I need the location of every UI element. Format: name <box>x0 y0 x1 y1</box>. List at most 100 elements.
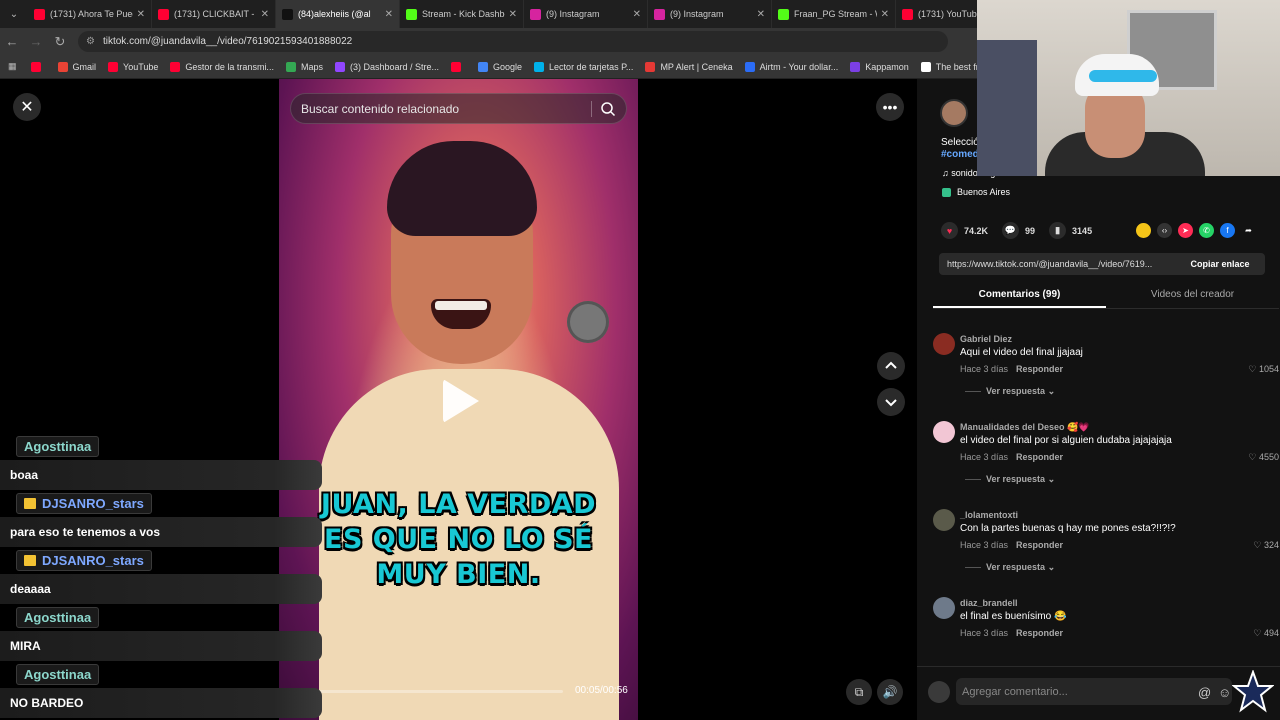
divider <box>965 391 981 393</box>
bookmark-item[interactable] <box>30 61 46 72</box>
location-name: Buenos Aires <box>957 187 1011 197</box>
search-icon[interactable] <box>600 101 616 117</box>
reply-button[interactable]: Responder <box>1016 628 1063 638</box>
close-button[interactable]: ✕ <box>13 93 41 121</box>
pip-button[interactable]: ⧉ <box>846 679 872 705</box>
location-row[interactable]: Buenos Aires <box>942 187 1010 197</box>
reload-icon[interactable]: ↻ <box>48 28 72 55</box>
commenter-avatar[interactable] <box>933 509 955 531</box>
bookmark-item[interactable]: Google <box>478 61 522 72</box>
hashtag-link[interactable]: #comed <box>941 149 979 160</box>
view-replies-button[interactable]: Ver respuesta ⌄ <box>965 562 1055 573</box>
browser-tab[interactable]: (9) Instagram ✕ <box>524 0 648 28</box>
creator-avatar[interactable] <box>940 99 968 127</box>
chat-username: DJSANRO_stars <box>16 493 152 514</box>
close-tab-icon[interactable]: ✕ <box>385 9 393 20</box>
bookmark-item[interactable]: Gestor de la transmi... <box>170 61 274 72</box>
tab-search-icon[interactable]: ⌄ <box>0 0 28 28</box>
bookmark-item[interactable]: Kappamon <box>850 61 909 72</box>
related-search-input[interactable]: Buscar contenido relacionado <box>290 93 627 124</box>
heart-icon: ♥ <box>941 222 958 239</box>
apps-grid-icon[interactable]: ▦ <box>8 61 17 72</box>
commenter-name[interactable]: Manualidades del Deseo 🥰💗 <box>960 422 1089 433</box>
url-bar[interactable]: ⚙ tiktok.com/@juandavila__/video/7619021… <box>78 31 948 52</box>
video-timecode: 00:05/00:56 <box>575 685 628 696</box>
comment-text: el video del final por si alguien dudaba… <box>960 435 1172 446</box>
comment-like-button[interactable]: ♡ 1054 <box>1248 364 1279 375</box>
close-tab-icon[interactable]: ✕ <box>757 9 765 20</box>
forward-icon[interactable]: → <box>24 28 48 55</box>
add-comment-input[interactable]: Agregar comentario... <box>956 678 1232 705</box>
bookmark-label: MP Alert | Ceneka <box>660 61 733 72</box>
close-icon: ✕ <box>20 99 34 116</box>
previous-video-button[interactable] <box>877 352 905 380</box>
bookmark-item[interactable]: MP Alert | Ceneka <box>645 61 733 72</box>
video-link-box[interactable]: https://www.tiktok.com/@juandavila__/vid… <box>939 253 1265 275</box>
video-progress-bar[interactable] <box>290 690 563 693</box>
like-button[interactable]: ♥ 74.2K <box>941 222 988 239</box>
bookmark-item[interactable]: Gmail <box>57 61 96 72</box>
copy-link-button[interactable]: Copiar enlace <box>1175 253 1265 275</box>
bookmark-item[interactable]: Airtm - Your dollar... <box>744 61 838 72</box>
save-count: 3145 <box>1072 225 1093 236</box>
browser-tab[interactable]: (1731) CLICKBAIT - M ✕ <box>152 0 276 28</box>
comment-item: Gabriel Diez Aqui el video del final jja… <box>933 331 1279 419</box>
send-icon[interactable]: ➤ <box>1178 223 1193 238</box>
commenter-avatar[interactable] <box>933 421 955 443</box>
instagram-icon <box>530 8 541 20</box>
view-replies-button[interactable]: Ver respuesta ⌄ <box>965 386 1055 397</box>
site-info-icon[interactable]: ⚙ <box>86 36 95 47</box>
volume-button[interactable]: 🔊 <box>877 679 903 705</box>
bookmark-item[interactable]: Maps <box>285 61 323 72</box>
youtube-icon <box>158 8 169 20</box>
close-tab-icon[interactable]: ✕ <box>137 9 145 20</box>
comment-like-button[interactable]: ♡ 4550 <box>1248 452 1279 463</box>
embed-icon[interactable]: ‹› <box>1157 223 1172 238</box>
commenter-name[interactable]: diaz_brandell <box>960 598 1018 608</box>
comment-button[interactable]: 💬 99 <box>1002 222 1035 239</box>
reply-button[interactable]: Responder <box>1016 540 1063 550</box>
next-video-button[interactable] <box>877 388 905 416</box>
comment-time: Hace 3 días <box>960 452 1009 462</box>
coin-icon[interactable] <box>1136 223 1151 238</box>
mention-icon[interactable]: @ <box>1198 685 1211 700</box>
close-tab-icon[interactable]: ✕ <box>261 9 269 20</box>
whatsapp-icon[interactable]: ✆ <box>1199 223 1214 238</box>
browser-tab[interactable]: (9) Instagram ✕ <box>648 0 772 28</box>
close-tab-icon[interactable]: ✕ <box>633 9 641 20</box>
reply-button[interactable]: Responder <box>1016 452 1063 462</box>
bookmark-item[interactable]: (3) Dashboard / Stre... <box>334 61 439 72</box>
browser-tab[interactable]: (1731) Ahora Te Puedo ✕ <box>28 0 152 28</box>
emoji-icon[interactable]: ☺ <box>1218 685 1231 700</box>
reply-button[interactable]: Responder <box>1016 364 1063 374</box>
heart-outline-icon: ♡ <box>1253 540 1264 550</box>
commenter-name[interactable]: _lolamentoxti <box>960 510 1018 520</box>
browser-tab[interactable]: Fraan_PG Stream - W ✕ <box>772 0 896 28</box>
chat-text: deaaaa <box>0 574 322 604</box>
share-arrow-icon[interactable]: ➦ <box>1241 223 1256 238</box>
play-icon[interactable] <box>443 379 479 423</box>
chat-message: DJSANRO_stars deaaaa <box>0 550 322 604</box>
view-replies-button[interactable]: Ver respuesta ⌄ <box>965 474 1055 485</box>
commenter-name[interactable]: Gabriel Diez <box>960 334 1012 344</box>
facebook-icon[interactable]: f <box>1220 223 1235 238</box>
bookmark-item[interactable]: YouTube <box>108 61 158 72</box>
channel-star-logo <box>1232 670 1274 713</box>
comment-like-button[interactable]: ♡ 324 <box>1253 540 1279 551</box>
video-player[interactable]: Buscar contenido relacionado JUAN, LA VE… <box>279 79 638 720</box>
comment-meta: Hace 3 días Responder <box>960 452 1063 462</box>
tab-comments[interactable]: Comentarios (99) <box>933 285 1106 308</box>
more-options-button[interactable]: ••• <box>876 93 904 121</box>
browser-tab[interactable]: (84)alexheiis (@al ✕ <box>276 0 400 28</box>
commenter-avatar[interactable] <box>933 597 955 619</box>
browser-tab[interactable]: Stream - Kick Dashbo ✕ <box>400 0 524 28</box>
close-tab-icon[interactable]: ✕ <box>509 9 517 20</box>
close-tab-icon[interactable]: ✕ <box>881 9 889 20</box>
back-icon[interactable]: ← <box>0 28 24 55</box>
bookmark-item[interactable] <box>451 61 466 72</box>
commenter-avatar[interactable] <box>933 333 955 355</box>
tab-creator-videos[interactable]: Videos del creador <box>1106 285 1279 308</box>
comment-like-button[interactable]: ♡ 494 <box>1253 628 1279 639</box>
bookmark-item[interactable]: Lector de tarjetas P... <box>534 61 633 72</box>
save-button[interactable]: ▮ 3145 <box>1049 222 1092 239</box>
